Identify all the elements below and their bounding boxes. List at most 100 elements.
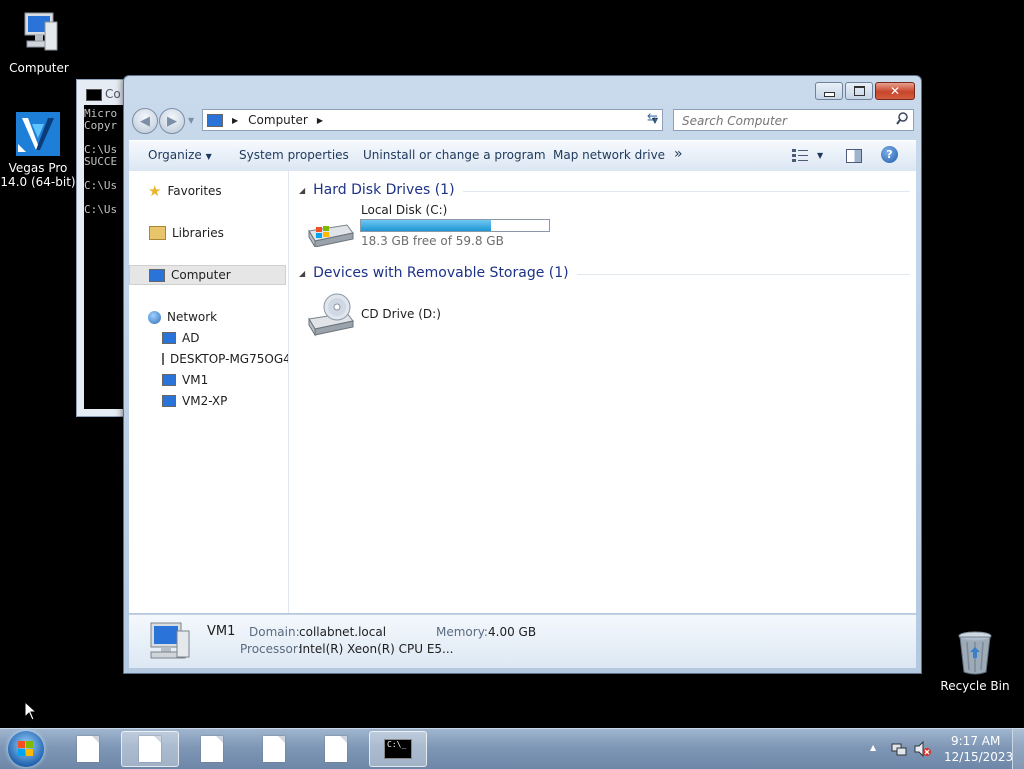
organize-menu[interactable]: Organize ▼ [148, 148, 212, 162]
file-list[interactable]: ◢ Hard Disk Drives (1) Local Disk (C:) 1… [289, 171, 916, 613]
collapse-triangle-icon[interactable]: ◢ [299, 269, 305, 278]
domain-label: Domain: [249, 625, 300, 639]
close-button[interactable]: ✕ [875, 82, 915, 100]
nav-label: Computer [171, 268, 231, 282]
details-pane: VM1 Domain: collabnet.local Memory: 4.00… [129, 614, 916, 668]
computer-large-icon [147, 621, 193, 664]
start-button[interactable] [6, 730, 46, 768]
uninstall-program-button[interactable]: Uninstall or change a program [363, 148, 546, 162]
map-network-drive-button[interactable]: Map network drive [553, 148, 665, 162]
refresh-button[interactable]: ⇆ [644, 109, 664, 131]
nav-label: Network [167, 310, 218, 324]
desktop-icon-label: 14.0 (64-bit) [0, 175, 76, 189]
nav-label: VM2-XP [182, 394, 228, 408]
breadcrumb-computer[interactable]: Computer [248, 113, 308, 127]
group-divider [462, 190, 910, 192]
taskbar-cmd[interactable]: C:\_ [369, 731, 427, 767]
show-hidden-icons-button[interactable]: ▲ [870, 743, 876, 752]
chevron-down-icon: ▼ [205, 152, 212, 161]
computer-small-icon [162, 374, 176, 386]
drive-d[interactable]: CD Drive (D:) [303, 293, 483, 339]
search-icon [896, 112, 908, 129]
navigation-row: ◀ ▶ ▼ ▶ Computer ▶ ▼ ⇆ [130, 106, 915, 134]
nav-computer[interactable]: Computer [129, 265, 286, 285]
close-icon: ✕ [889, 84, 901, 98]
nav-network-ad[interactable]: AD [129, 328, 285, 348]
view-options-dropdown[interactable]: ▼ [817, 151, 823, 160]
group-hard-disk-drives[interactable]: ◢ Hard Disk Drives (1) [299, 180, 910, 200]
back-button[interactable]: ◀ [132, 108, 158, 134]
desktop-icon-recycle-bin[interactable]: Recycle Bin [937, 630, 1013, 693]
command-bar: Organize ▼ System properties Uninstall o… [129, 140, 916, 172]
navigation-pane[interactable]: ★ Favorites Libraries Computer Network A… [129, 171, 289, 613]
taskbar-document-1[interactable] [59, 731, 117, 767]
back-arrow-icon: ◀ [140, 113, 150, 129]
libraries-folder-icon [149, 226, 166, 240]
drive-free-space: 18.3 GB free of 59.8 GB [361, 234, 504, 248]
computer-name: VM1 [207, 624, 236, 639]
forward-button[interactable]: ▶ [159, 108, 185, 134]
system-properties-button[interactable]: System properties [239, 148, 349, 162]
maximize-button[interactable] [845, 82, 873, 100]
nav-label: DESKTOP-MG75OG4 [170, 352, 289, 366]
volume-muted-icon[interactable] [914, 740, 932, 760]
change-view-button[interactable] [792, 149, 808, 166]
drive-c[interactable]: Local Disk (C:) 18.3 GB free of 59.8 GB [303, 203, 553, 253]
cmd-title: Co [105, 87, 121, 101]
document-icon [263, 736, 285, 762]
nav-network-vm2[interactable]: VM2-XP [129, 391, 285, 411]
nav-network-desktop[interactable]: DESKTOP-MG75OG4 [129, 349, 288, 369]
forward-arrow-icon: ▶ [167, 113, 177, 129]
preview-pane-button[interactable] [846, 149, 862, 163]
help-button[interactable]: ? [881, 146, 898, 163]
search-input[interactable] [680, 113, 884, 129]
collapse-triangle-icon[interactable]: ◢ [299, 186, 305, 195]
memory-value: 4.00 GB [488, 625, 537, 639]
more-commands-button[interactable]: » [674, 146, 683, 162]
nav-libraries[interactable]: Libraries [129, 223, 285, 243]
nav-favorites[interactable]: ★ Favorites [129, 181, 285, 201]
processor-value: Intel(R) Xeon(R) CPU E5... [299, 642, 454, 656]
address-bar[interactable]: ▶ Computer ▶ ▼ [202, 109, 663, 131]
mouse-cursor-icon [24, 700, 38, 724]
document-icon [201, 736, 223, 762]
taskbar-document-4[interactable] [245, 731, 303, 767]
drive-name: CD Drive (D:) [361, 307, 441, 321]
window-controls: ✕ [813, 82, 915, 100]
nav-network[interactable]: Network [129, 307, 285, 327]
recent-pages-dropdown[interactable]: ▼ [188, 116, 194, 125]
taskbar-document-2[interactable] [121, 731, 179, 767]
taskbar-document-5[interactable] [307, 731, 365, 767]
cmd-icon [86, 89, 102, 101]
group-removable-storage[interactable]: ◢ Devices with Removable Storage (1) [299, 263, 910, 283]
windows-logo-icon [8, 731, 44, 767]
view-list-icon [792, 149, 808, 162]
desktop-icon-label: Computer [9, 61, 69, 75]
recycle-bin-icon [955, 630, 995, 676]
clock-time[interactable]: 9:17 AM [951, 734, 1000, 748]
desktop-icon-label: Recycle Bin [940, 679, 1010, 693]
network-tray-icon[interactable] [891, 741, 907, 760]
breadcrumb-separator-icon[interactable]: ▶ [317, 116, 323, 125]
minimize-button[interactable] [815, 82, 843, 100]
nav-network-vm1[interactable]: VM1 [129, 370, 285, 390]
explorer-window[interactable]: ✕ ◀ ▶ ▼ ▶ Computer ▶ ▼ ⇆ Organize ▼ Syst… [123, 75, 922, 674]
preview-pane-icon [846, 149, 862, 163]
domain-value: collabnet.local [299, 625, 387, 639]
hard-drive-icon [307, 217, 355, 250]
nav-label: Libraries [172, 226, 224, 240]
network-globe-icon [148, 310, 161, 324]
disk-usage-bar [360, 219, 550, 232]
taskbar-document-3[interactable] [183, 731, 241, 767]
show-desktop-button[interactable] [1012, 729, 1024, 769]
clock-date[interactable]: 12/15/2023 [944, 750, 1013, 764]
document-icon [139, 736, 161, 762]
cmd-prompt-icon: C:\_ [384, 739, 412, 759]
cd-drive-icon [307, 293, 357, 340]
desktop-icon-vegas-pro[interactable]: Vegas Pro 14.0 (64-bit) [0, 110, 76, 189]
content-area: ★ Favorites Libraries Computer Network A… [129, 171, 916, 613]
computer-icon [15, 10, 63, 58]
desktop-icon-computer[interactable]: Computer [1, 10, 77, 75]
search-box[interactable] [673, 109, 914, 131]
breadcrumb-separator-icon[interactable]: ▶ [232, 116, 238, 125]
